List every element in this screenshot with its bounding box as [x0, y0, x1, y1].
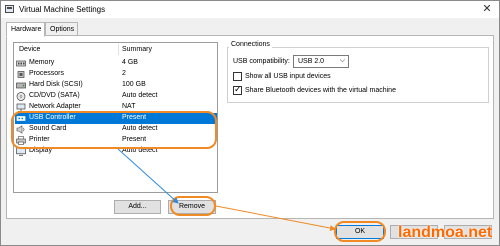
memory-icon: [16, 60, 26, 67]
column-divider[interactable]: [118, 44, 119, 55]
device-row-processors[interactable]: Processors 2: [15, 69, 217, 80]
share-bluetooth-checkbox[interactable]: [233, 84, 242, 95]
device-summary: NAT: [122, 103, 136, 110]
chevron-down-icon: ⌵: [339, 57, 345, 64]
device-name: Network Adapter: [29, 103, 81, 110]
usb-compatibility-value: USB 2.0: [298, 58, 325, 65]
add-button[interactable]: Add...: [114, 200, 161, 214]
device-summary: 4 GB: [122, 59, 138, 66]
connections-title: Connections: [229, 41, 272, 48]
show-all-usb-checkbox[interactable]: [233, 72, 242, 81]
device-row-hard-disk[interactable]: Hard Disk (SCSI) 100 GB: [15, 80, 217, 91]
usb-compatibility-select[interactable]: USB 2.0 ⌵: [293, 55, 349, 68]
tab-options[interactable]: Options: [45, 22, 78, 36]
share-bluetooth-label[interactable]: Share Bluetooth devices with the virtual…: [245, 87, 396, 94]
device-summary: Auto detect: [122, 92, 158, 99]
title-bar: Virtual Machine Settings ✕: [1, 1, 499, 18]
device-summary: 100 GB: [122, 81, 146, 88]
cd-dvd-icon: [16, 92, 26, 101]
processor-icon: [17, 71, 25, 78]
device-name: Hard Disk (SCSI): [29, 81, 83, 88]
show-all-usb-label[interactable]: Show all USB input devices: [245, 73, 331, 80]
device-row-cd-dvd[interactable]: CD/DVD (SATA) Auto detect: [15, 91, 217, 102]
usb-compatibility-label: USB compatibility:: [233, 58, 290, 65]
highlight-annotation-remove: [170, 196, 216, 216]
hard-disk-icon: [16, 82, 26, 89]
device-name: Memory: [29, 59, 55, 66]
device-row-memory[interactable]: Memory 4 GB: [15, 58, 217, 69]
vm-window-icon: [5, 5, 14, 13]
column-header-summary[interactable]: Summary: [122, 46, 152, 53]
close-icon[interactable]: ✕: [481, 2, 493, 16]
highlight-annotation-ok: [334, 221, 386, 242]
column-header-device[interactable]: Device: [19, 46, 40, 53]
watermark: landmoa.net: [398, 224, 493, 241]
device-name: CD/DVD (SATA): [29, 92, 80, 99]
device-summary: 2: [122, 70, 126, 77]
list-header: Device Summary: [14, 43, 217, 56]
highlight-annotation-devices: [11, 111, 217, 149]
device-name: Processors: [29, 70, 65, 77]
tab-hardware[interactable]: Hardware: [6, 22, 45, 37]
window-title: Virtual Machine Settings: [19, 5, 106, 14]
